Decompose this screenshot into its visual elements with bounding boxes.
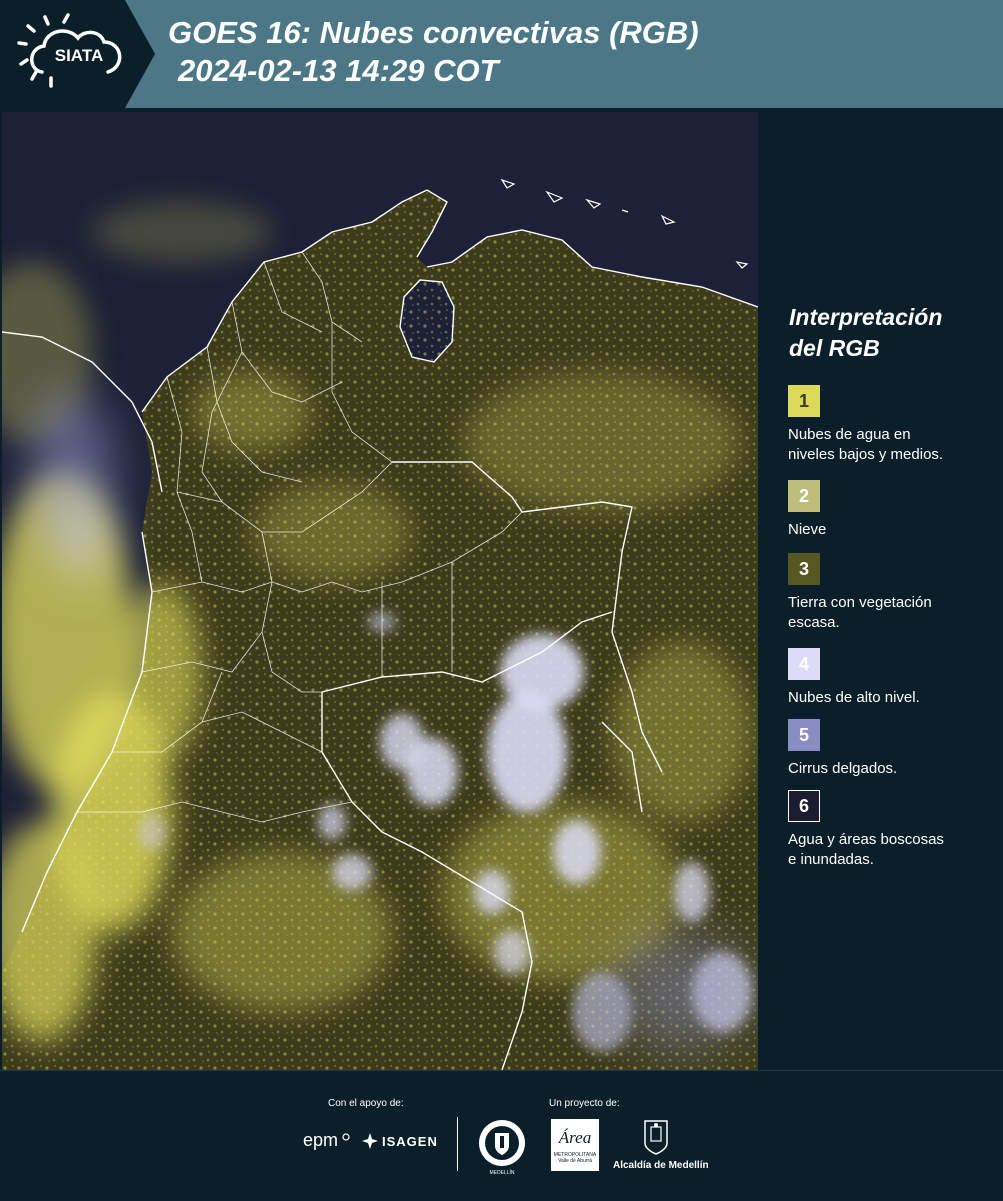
alcaldia-logo-text: Alcaldía de Medellín (613, 1160, 709, 1171)
alcaldia-shield-icon (644, 1120, 668, 1155)
legend-label-6: Agua y áreas boscosas e inundadas. (788, 831, 944, 868)
legend-item-1: 1 Nubes de agua en niveles bajos y medios… (788, 385, 1000, 465)
legend-swatch-5: 5 (788, 719, 820, 751)
project-label: Un proyecto de: (549, 1098, 620, 1109)
legend-swatch-6: 6 (788, 790, 820, 822)
legend-swatch-4: 4 (788, 648, 820, 680)
legend-swatch-2: 2 (788, 480, 820, 512)
area-metropolitana-logo: Área METROPOLITANA Valle de Aburrá (551, 1119, 599, 1171)
epm-logo: epm (303, 1130, 339, 1150)
legend-label-2: Nieve (788, 521, 827, 538)
isagen-logo: ISAGEN (382, 1134, 438, 1149)
seal-text: MEDELLÍN (489, 1170, 515, 1176)
legend-item-6: 6 Agua y áreas boscosas e inundadas. (788, 790, 1000, 870)
legend-panel: Interpretación del RGB 1 Nubes de agua e… (760, 112, 1003, 1070)
title-line-2: 2024-02-13 14:29 COT (178, 53, 499, 88)
footer-bar: Con el apoyo de: Un proyecto de: epm ISA… (0, 1070, 1003, 1201)
legend-label-4: Nubes de alto nivel. (788, 689, 920, 706)
legend-item-5: 5 Cirrus delgados. (788, 719, 1000, 779)
title-line-1: GOES 16: Nubes convectivas (RGB) (168, 15, 699, 50)
legend-title: Interpretación del RGB (789, 304, 943, 361)
legend-swatch-1: 1 (788, 385, 820, 417)
area-logo-text: Área (558, 1128, 592, 1147)
metro-line-2: Valle de Aburrá (558, 1158, 592, 1164)
page-title: GOES 16: Nubes convectivas (RGB) 2024-02… (168, 14, 699, 90)
legend-swatch-3: 3 (788, 553, 820, 585)
legend-label-3: Tierra con vegetación escasa. (788, 594, 932, 631)
epm-mark-icon (342, 1133, 350, 1141)
satellite-map (2, 112, 758, 1070)
logo-background: SIATA (0, 0, 155, 108)
logo-text: SIATA (55, 46, 103, 65)
legend-label-1: Nubes de agua en niveles bajos y medios. (788, 426, 944, 463)
legend-item-3: 3 Tierra con vegetación escasa. (788, 553, 1000, 633)
legend-item-2: 2 Nieve (788, 480, 1000, 540)
footer-divider (457, 1117, 458, 1171)
isagen-mark-icon (362, 1133, 378, 1149)
legend-item-4: 4 Nubes de alto nivel. (788, 648, 1000, 708)
map-canvas (2, 112, 758, 1070)
siata-logo: SIATA (0, 0, 155, 108)
header-bar: SIATA GOES 16: Nubes convectivas (RGB) 2… (0, 0, 1003, 108)
legend-label-5: Cirrus delgados. (788, 760, 898, 777)
support-label: Con el apoyo de: (328, 1098, 404, 1109)
medellin-seal-icon (479, 1120, 525, 1166)
